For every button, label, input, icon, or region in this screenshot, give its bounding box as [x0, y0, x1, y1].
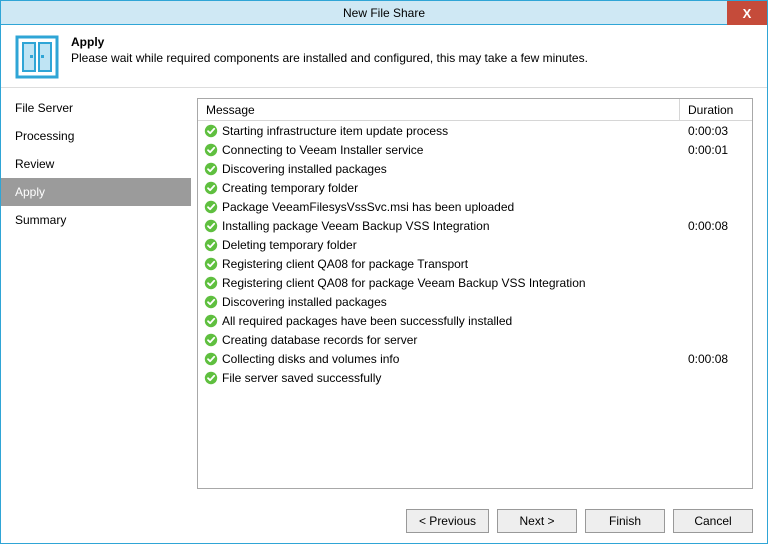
wizard-steps-sidebar: File Server Processing Review Apply Summary: [1, 88, 191, 499]
main-panel: Message Duration Starting infrastructure…: [191, 88, 767, 499]
log-message-cell: Registering client QA08 for package Tran…: [198, 257, 680, 271]
success-check-icon: [204, 295, 218, 309]
log-message-cell: Package VeeamFilesysVssSvc.msi has been …: [198, 200, 680, 214]
wizard-body: File ServerProcessingReviewApplySummary …: [1, 87, 767, 499]
log-message-text: Package VeeamFilesysVssSvc.msi has been …: [222, 200, 514, 214]
log-message-text: Installing package Veeam Backup VSS Inte…: [222, 219, 490, 233]
log-message-cell: Creating database records for server: [198, 333, 680, 347]
success-check-icon: [204, 124, 218, 138]
progress-log[interactable]: Message Duration Starting infrastructure…: [197, 98, 753, 489]
log-row[interactable]: Discovering installed packages: [198, 159, 752, 178]
success-check-icon: [204, 371, 218, 385]
log-duration-cell: 0:00:01: [680, 143, 752, 157]
sidebar-item-file-server[interactable]: File Server: [1, 94, 191, 122]
success-check-icon: [204, 257, 218, 271]
success-check-icon: [204, 200, 218, 214]
log-message-text: Starting infrastructure item update proc…: [222, 124, 448, 138]
column-header-duration[interactable]: Duration: [680, 99, 752, 120]
log-message-text: Creating database records for server: [222, 333, 417, 347]
log-row[interactable]: Starting infrastructure item update proc…: [198, 121, 752, 140]
sidebar-item-label: Review: [15, 157, 54, 171]
wizard-window: New File Share X Apply Please wait while…: [0, 0, 768, 544]
log-row[interactable]: Creating temporary folder: [198, 178, 752, 197]
log-row[interactable]: Registering client QA08 for package Tran…: [198, 254, 752, 273]
log-row[interactable]: Creating database records for server: [198, 330, 752, 349]
log-message-cell: Discovering installed packages: [198, 295, 680, 309]
log-message-cell: Registering client QA08 for package Veea…: [198, 276, 680, 290]
log-row[interactable]: Deleting temporary folder: [198, 235, 752, 254]
log-message-text: Registering client QA08 for package Tran…: [222, 257, 468, 271]
log-message-text: Deleting temporary folder: [222, 238, 357, 252]
success-check-icon: [204, 314, 218, 328]
log-duration-cell: 0:00:08: [680, 219, 752, 233]
finish-button[interactable]: Finish: [585, 509, 665, 533]
window-title: New File Share: [343, 6, 425, 20]
log-message-cell: Installing package Veeam Backup VSS Inte…: [198, 219, 680, 233]
sidebar-item-processing[interactable]: Processing: [1, 122, 191, 150]
log-row[interactable]: Collecting disks and volumes info 0:00:08: [198, 349, 752, 368]
wizard-footer: < Previous Next > Finish Cancel: [1, 499, 767, 543]
header-subtitle: Please wait while required components ar…: [71, 51, 588, 65]
file-share-icon: [15, 35, 59, 79]
log-rows: Starting infrastructure item update proc…: [198, 121, 752, 387]
success-check-icon: [204, 143, 218, 157]
log-message-cell: Starting infrastructure item update proc…: [198, 124, 680, 138]
success-check-icon: [204, 162, 218, 176]
success-check-icon: [204, 276, 218, 290]
log-message-cell: Discovering installed packages: [198, 162, 680, 176]
cancel-button[interactable]: Cancel: [673, 509, 753, 533]
log-duration-cell: 0:00:03: [680, 124, 752, 138]
log-row[interactable]: File server saved successfully: [198, 368, 752, 387]
titlebar: New File Share X: [1, 1, 767, 25]
wizard-header: Apply Please wait while required compone…: [1, 25, 767, 87]
success-check-icon: [204, 219, 218, 233]
log-duration-cell: 0:00:08: [680, 352, 752, 366]
log-message-cell: File server saved successfully: [198, 371, 680, 385]
next-button[interactable]: Next >: [497, 509, 577, 533]
log-message-text: Discovering installed packages: [222, 162, 387, 176]
log-header: Message Duration: [198, 99, 752, 121]
close-button[interactable]: X: [727, 1, 767, 25]
log-message-text: File server saved successfully: [222, 371, 381, 385]
header-title: Apply: [71, 35, 588, 49]
success-check-icon: [204, 238, 218, 252]
previous-button[interactable]: < Previous: [406, 509, 489, 533]
log-row[interactable]: Discovering installed packages: [198, 292, 752, 311]
log-message-text: Registering client QA08 for package Veea…: [222, 276, 586, 290]
log-message-text: Connecting to Veeam Installer service: [222, 143, 423, 157]
success-check-icon: [204, 181, 218, 195]
log-message-text: Creating temporary folder: [222, 181, 358, 195]
log-message-text: Collecting disks and volumes info: [222, 352, 399, 366]
success-check-icon: [204, 333, 218, 347]
sidebar-item-review[interactable]: Review: [1, 150, 191, 178]
log-message-text: Discovering installed packages: [222, 295, 387, 309]
log-message-cell: Creating temporary folder: [198, 181, 680, 195]
column-header-message[interactable]: Message: [198, 99, 680, 120]
sidebar-item-summary[interactable]: Summary: [1, 206, 191, 234]
log-row[interactable]: Installing package Veeam Backup VSS Inte…: [198, 216, 752, 235]
log-row[interactable]: Connecting to Veeam Installer service 0:0…: [198, 140, 752, 159]
log-row[interactable]: Registering client QA08 for package Veea…: [198, 273, 752, 292]
sidebar-item-apply[interactable]: Apply: [1, 178, 191, 206]
log-message-cell: Collecting disks and volumes info: [198, 352, 680, 366]
sidebar-item-label: Processing: [15, 129, 74, 143]
log-message-text: All required packages have been successf…: [222, 314, 512, 328]
log-row[interactable]: All required packages have been successf…: [198, 311, 752, 330]
sidebar-item-label: Apply: [15, 185, 45, 199]
log-message-cell: Deleting temporary folder: [198, 238, 680, 252]
log-message-cell: All required packages have been successf…: [198, 314, 680, 328]
sidebar-item-label: File Server: [15, 101, 73, 115]
close-icon: X: [743, 6, 752, 21]
log-message-cell: Connecting to Veeam Installer service: [198, 143, 680, 157]
success-check-icon: [204, 352, 218, 366]
header-text: Apply Please wait while required compone…: [71, 35, 588, 65]
log-row[interactable]: Package VeeamFilesysVssSvc.msi has been …: [198, 197, 752, 216]
sidebar-item-label: Summary: [15, 213, 66, 227]
